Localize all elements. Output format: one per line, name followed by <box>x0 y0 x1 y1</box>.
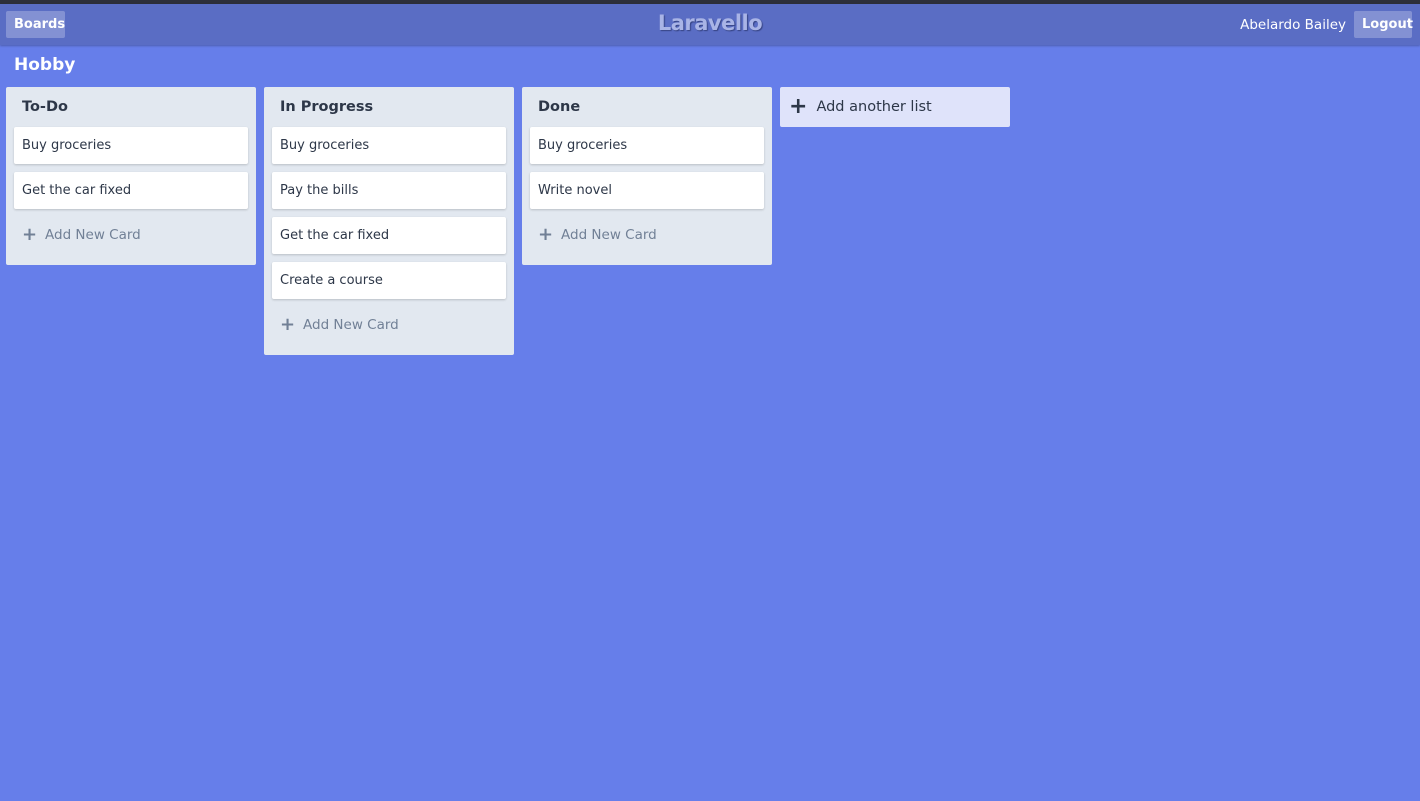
plus-icon: + <box>538 224 554 245</box>
add-card-button[interactable]: + Add New Card <box>272 307 506 343</box>
list-to-do: To-Do Buy groceries Get the car fixed + A… <box>6 87 256 265</box>
logout-button[interactable]: Logout <box>1354 11 1413 38</box>
plus-icon: + <box>789 94 808 119</box>
list-title: To-Do <box>22 99 68 115</box>
card[interactable]: Buy groceries <box>272 127 506 164</box>
card[interactable]: Get the car fixed <box>14 172 248 209</box>
add-card-label: Add New Card <box>561 227 657 243</box>
add-card-button[interactable]: + Add New Card <box>14 217 248 253</box>
card[interactable]: Buy groceries <box>14 127 248 164</box>
add-card-label: Add New Card <box>303 317 399 333</box>
user-name: Abelardo Bailey <box>1240 17 1346 33</box>
app-logo: Laravello <box>657 11 763 35</box>
card[interactable]: Pay the bills <box>272 172 506 209</box>
card[interactable]: Create a course <box>272 262 506 299</box>
card[interactable]: Get the car fixed <box>272 217 506 254</box>
add-card-button[interactable]: + Add New Card <box>530 217 764 253</box>
board-title: Hobby <box>14 55 76 75</box>
add-list-button[interactable]: + Add another list <box>780 87 1010 127</box>
list-title: Done <box>538 99 581 115</box>
add-list-label: Add another list <box>816 99 932 115</box>
plus-icon: + <box>22 224 38 245</box>
card[interactable]: Buy groceries <box>530 127 764 164</box>
list-title: In Progress <box>280 99 374 115</box>
list-in-progress: In Progress Buy groceries Pay the bills … <box>264 87 514 355</box>
list-done: Done Buy groceries Write novel + Add New … <box>522 87 772 265</box>
top-navbar: Boards Laravello Abelardo Bailey Logout <box>0 4 1420 45</box>
add-card-label: Add New Card <box>45 227 141 243</box>
card[interactable]: Write novel <box>530 172 764 209</box>
plus-icon: + <box>280 314 296 335</box>
